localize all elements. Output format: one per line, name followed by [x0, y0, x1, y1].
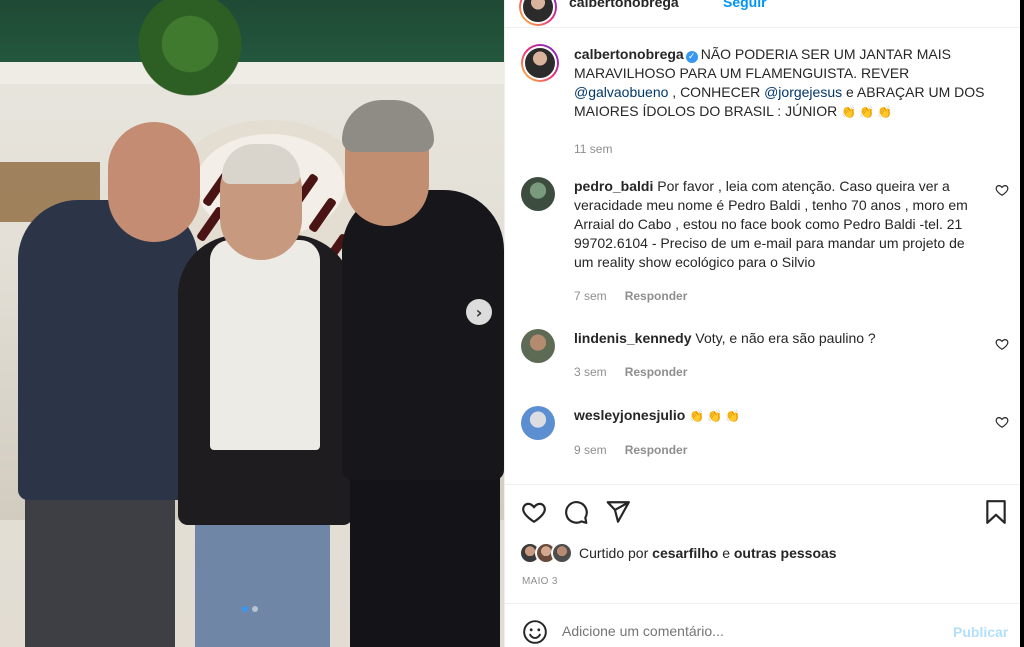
- smiley-icon[interactable]: [522, 619, 548, 645]
- likes-prefix: Curtido por: [579, 545, 649, 561]
- next-slide-button[interactable]: ›: [466, 299, 492, 325]
- comment-text: wesleyjonesjulio 👏👏👏: [574, 406, 984, 426]
- photo-plant: [125, 0, 255, 110]
- heart-icon[interactable]: [995, 337, 1009, 351]
- post-photo[interactable]: ›: [0, 0, 504, 647]
- window-edge: [1020, 0, 1024, 647]
- carousel-dot-active: [242, 606, 248, 612]
- comment-text: pedro_baldi Por favor , leia com atenção…: [574, 177, 984, 272]
- add-comment-bar: Publicar: [505, 603, 1021, 647]
- person-left-shirt: [18, 200, 198, 500]
- reply-button[interactable]: Responder: [625, 443, 688, 457]
- heart-icon[interactable]: [995, 415, 1009, 429]
- caption-body: , CONHECER: [668, 84, 765, 100]
- comment-body: Voty, e não era são paulino ?: [695, 330, 876, 346]
- mention-link[interactable]: @jorgejesus: [764, 84, 842, 100]
- person-right-shirt: [342, 190, 504, 480]
- commenter-avatar[interactable]: [521, 329, 555, 363]
- liker-avatar: [551, 542, 573, 564]
- person-left-legs: [25, 480, 175, 647]
- chevron-right-icon: ›: [475, 302, 483, 322]
- verified-badge-icon: ✓: [685, 51, 698, 63]
- carousel-dot: [252, 606, 258, 612]
- comment-body: 👏👏👏: [689, 409, 743, 423]
- likes-conjunction: e: [722, 545, 730, 561]
- person-center-shirt: [210, 240, 320, 450]
- action-bar: [505, 484, 1021, 544]
- comment-meta: 9 sem Responder: [574, 443, 687, 457]
- clap-emoji: 👏👏👏: [841, 105, 895, 119]
- comment-username[interactable]: wesleyjonesjulio: [574, 407, 685, 423]
- comment-time[interactable]: 7 sem: [574, 289, 607, 303]
- commenter-avatar[interactable]: [521, 406, 555, 440]
- comment-meta: 7 sem Responder: [574, 289, 687, 303]
- comment-username[interactable]: pedro_baldi: [574, 178, 653, 194]
- author-username[interactable]: calbertonobrega: [569, 0, 679, 10]
- reply-button[interactable]: Responder: [625, 365, 688, 379]
- reply-button[interactable]: Responder: [625, 289, 688, 303]
- mention-link[interactable]: @galvaobueno: [574, 84, 668, 100]
- caption-text: calbertonobrega ✓ NÃO PODERIA SER UM JANTA…: [574, 45, 994, 159]
- liker-username[interactable]: cesarfilho: [652, 545, 718, 561]
- comment-username[interactable]: lindenis_kennedy: [574, 330, 691, 346]
- comment-text: lindenis_kennedy Voty, e não era são pau…: [574, 329, 984, 348]
- person-left-head: [108, 122, 200, 242]
- post-details-panel: calbertonobrega Seguir calbertonobrega ✓ N…: [504, 0, 1021, 647]
- carousel-dots: [242, 606, 258, 612]
- paper-plane-icon[interactable]: [605, 499, 631, 525]
- heart-icon[interactable]: [521, 499, 547, 525]
- likes-others-link[interactable]: outras pessoas: [734, 545, 837, 561]
- heart-icon[interactable]: [995, 183, 1009, 197]
- post-header: calbertonobrega Seguir: [505, 0, 1021, 28]
- likes-row: Curtido por cesarfilho e outras pessoas: [519, 541, 837, 565]
- comment-meta: 3 sem Responder: [574, 365, 687, 379]
- caption-username[interactable]: calbertonobrega: [574, 46, 684, 62]
- comment-input[interactable]: [562, 623, 882, 639]
- bookmark-icon[interactable]: [983, 499, 1009, 525]
- post-date[interactable]: MAIO 3: [522, 576, 558, 587]
- comment-time[interactable]: 3 sem: [574, 365, 607, 379]
- follow-button[interactable]: Seguir: [723, 0, 767, 10]
- commenter-avatar[interactable]: [521, 177, 555, 211]
- caption-time[interactable]: 11 sem: [574, 140, 994, 159]
- comment-icon[interactable]: [563, 499, 589, 525]
- comment-time[interactable]: 9 sem: [574, 443, 607, 457]
- author-avatar[interactable]: [519, 0, 557, 26]
- liker-avatars[interactable]: [519, 542, 575, 564]
- publish-button[interactable]: Publicar: [953, 624, 1008, 640]
- caption-avatar[interactable]: [521, 44, 559, 82]
